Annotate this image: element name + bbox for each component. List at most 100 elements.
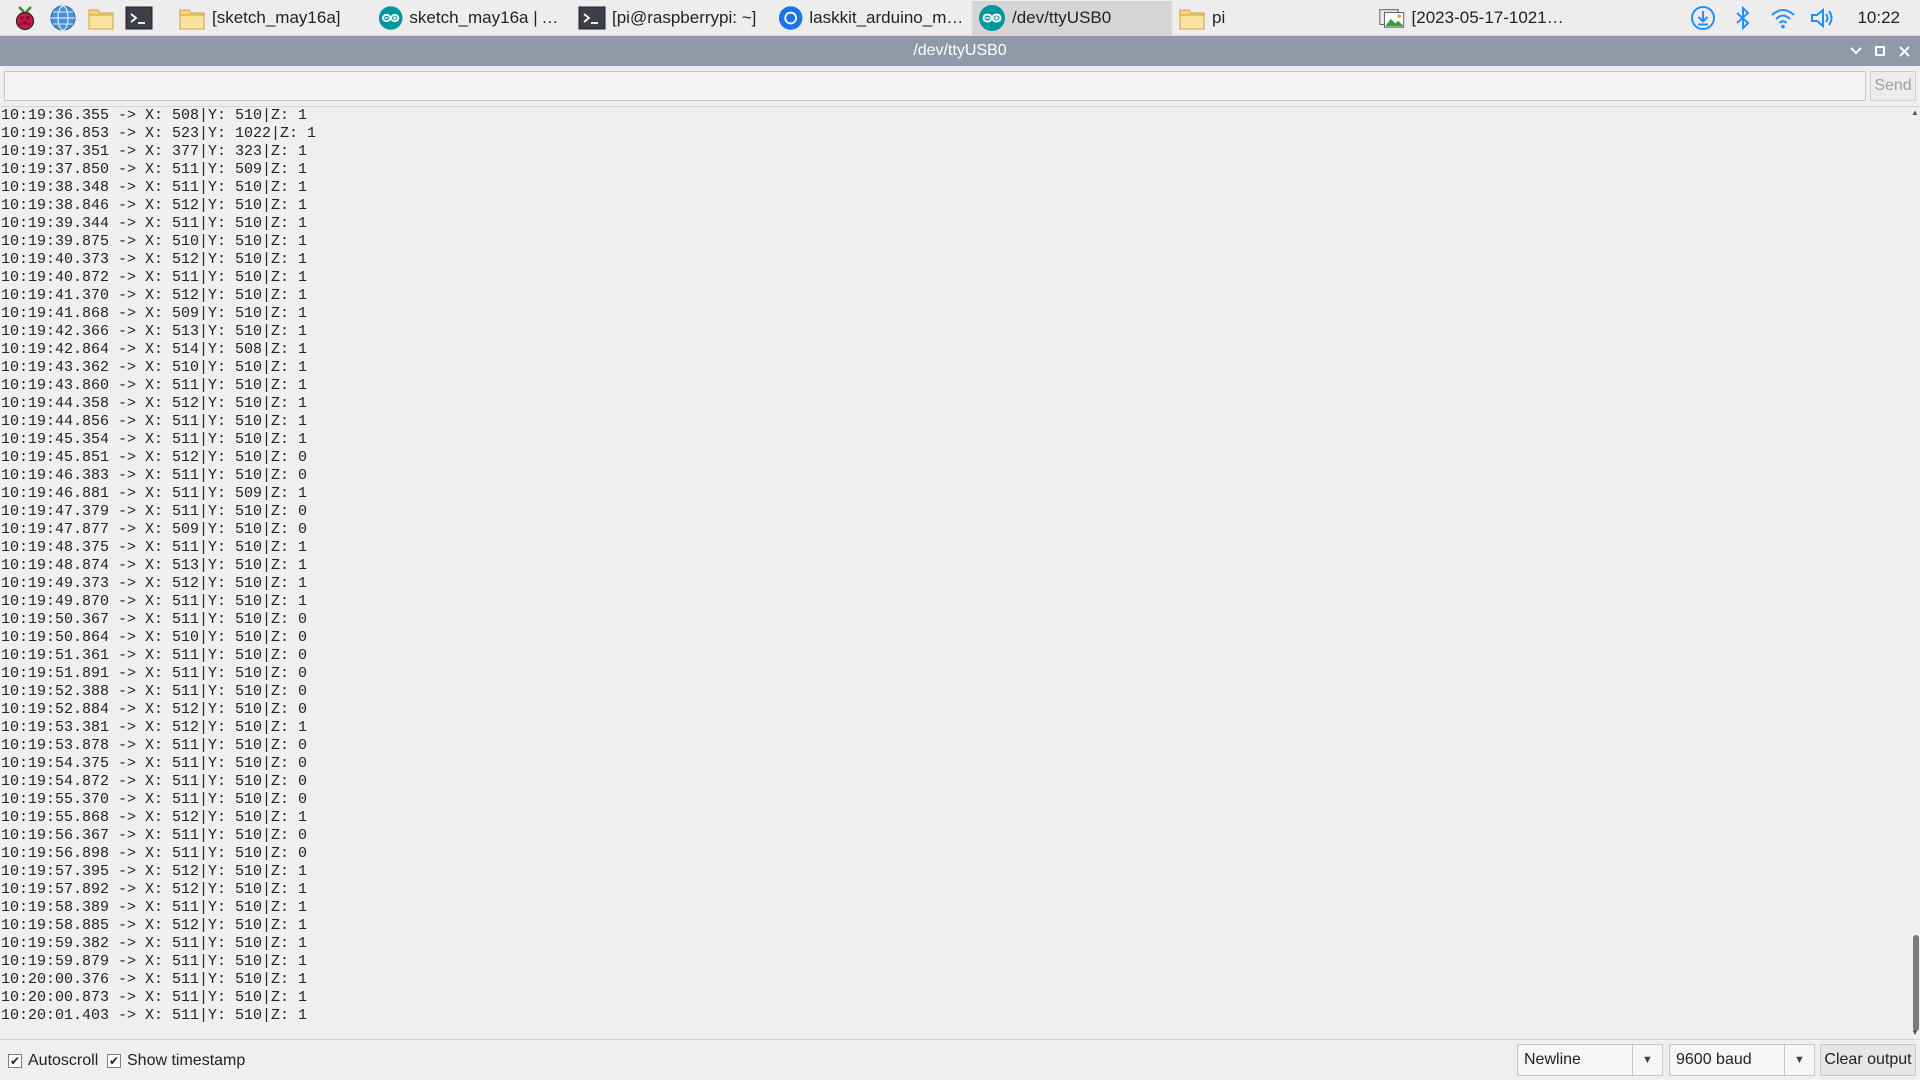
task-list: [sketch_may16a] sketch_may16a | Ard... [… — [172, 0, 1572, 36]
line-ending-select[interactable]: Newline ▼ — [1517, 1044, 1663, 1076]
task-image-viewer[interactable]: [2023-05-17-102157... — [1372, 1, 1572, 35]
serial-output-line: 10:20:00.376 -> X: 511|Y: 510|Z: 1 — [1, 971, 308, 988]
raspberry-menu-icon — [15, 5, 35, 30]
serial-output-line: 10:19:38.846 -> X: 512|Y: 510|Z: 1 — [1, 197, 308, 214]
task-terminal[interactable]: [pi@raspberrypi: ~] — [572, 1, 772, 35]
arduino-icon — [979, 4, 1005, 31]
task-arduino-ide[interactable]: sketch_may16a | Ard... — [372, 1, 572, 35]
chevron-down-icon — [1850, 47, 1862, 55]
serial-output-line: 10:19:45.851 -> X: 512|Y: 510|Z: 0 — [1, 449, 308, 466]
serial-output-line: 10:19:39.875 -> X: 510|Y: 510|Z: 1 — [1, 233, 308, 250]
serial-output-line: 10:19:39.344 -> X: 511|Y: 510|Z: 1 — [1, 215, 308, 232]
scrollbar-thumb[interactable] — [1913, 935, 1919, 1031]
serial-output-line: 10:20:00.873 -> X: 511|Y: 510|Z: 1 — [1, 989, 308, 1006]
download-button[interactable] — [1683, 0, 1723, 36]
send-button[interactable]: Send — [1870, 71, 1916, 101]
arduino-icon — [378, 5, 403, 30]
serial-output-line: 10:19:42.366 -> X: 513|Y: 510|Z: 1 — [1, 323, 308, 340]
serial-output-line: 10:19:58.885 -> X: 512|Y: 510|Z: 1 — [1, 917, 308, 934]
task-label: laskkit_arduino_maxi... — [809, 7, 966, 27]
chromium-icon — [778, 5, 803, 30]
scroll-up-arrow-icon[interactable]: ▲ — [1911, 109, 1919, 117]
bluetooth-button[interactable] — [1723, 0, 1763, 36]
serial-output-line: 10:19:57.892 -> X: 512|Y: 510|Z: 1 — [1, 881, 308, 898]
serial-output-line: 10:19:36.853 -> X: 523|Y: 1022|Z: 1 — [1, 125, 317, 142]
volume-button[interactable] — [1803, 0, 1843, 36]
volume-icon — [1811, 7, 1833, 29]
image-viewer-icon — [1379, 8, 1405, 28]
folder-icon — [179, 9, 205, 29]
baud-rate-select[interactable]: 9600 baud ▼ — [1669, 1044, 1815, 1076]
serial-output-line: 10:19:49.373 -> X: 512|Y: 510|Z: 1 — [1, 575, 308, 592]
task-label: pi — [1212, 7, 1226, 27]
maximize-button[interactable] — [1870, 41, 1890, 61]
serial-output-lines: 10:19:36.355 -> X: 508|Y: 510|Z: 1 10:19:… — [1, 107, 316, 1025]
raspberry-menu-button[interactable] — [6, 0, 44, 36]
serial-output-line: 10:19:55.370 -> X: 511|Y: 510|Z: 0 — [1, 791, 308, 808]
autoscroll-checkbox[interactable]: ✔ Autoscroll — [8, 1052, 98, 1070]
browser-globe-icon — [50, 4, 76, 31]
task-chromium[interactable]: laskkit_arduino_maxi... — [772, 1, 972, 35]
show-timestamp-checkbox[interactable]: ✔ Show timestamp — [107, 1052, 245, 1070]
serial-output-line: 10:19:50.864 -> X: 510|Y: 510|Z: 0 — [1, 629, 308, 646]
serial-output-line: 10:19:52.884 -> X: 512|Y: 510|Z: 0 — [1, 701, 308, 718]
serial-output-line: 10:19:38.348 -> X: 511|Y: 510|Z: 1 — [1, 179, 308, 196]
browser-button[interactable] — [44, 0, 82, 36]
serial-output-line: 10:19:41.868 -> X: 509|Y: 510|Z: 1 — [1, 305, 308, 322]
serial-output-line: 10:19:51.891 -> X: 511|Y: 510|Z: 0 — [1, 665, 308, 682]
task-sketch-folder[interactable]: [sketch_may16a] — [172, 1, 372, 35]
download-icon — [1691, 6, 1716, 30]
task-label: /dev/ttyUSB0 — [1012, 7, 1112, 27]
serial-output-line: 10:19:46.881 -> X: 511|Y: 509|Z: 1 — [1, 485, 308, 502]
scroll-down-arrow-icon[interactable]: ▼ — [1911, 1029, 1919, 1037]
task-label: [2023-05-17-102157... — [1411, 7, 1566, 27]
minimize-button[interactable] — [1846, 41, 1866, 61]
show-timestamp-label: Show timestamp — [127, 1052, 246, 1069]
terminal-button[interactable] — [120, 0, 158, 36]
serial-output-line: 10:19:55.868 -> X: 512|Y: 510|Z: 1 — [1, 809, 308, 826]
window-title: /dev/ttyUSB0 — [913, 42, 1007, 59]
serial-output-line: 10:19:51.361 -> X: 511|Y: 510|Z: 0 — [1, 647, 308, 664]
window-controls — [1846, 36, 1914, 66]
serial-output-line: 10:19:47.379 -> X: 511|Y: 510|Z: 0 — [1, 503, 308, 520]
file-manager-icon — [88, 9, 114, 29]
serial-output-line: 10:19:43.362 -> X: 510|Y: 510|Z: 1 — [1, 359, 308, 376]
dropdown-arrow-icon: ▼ — [1632, 1045, 1662, 1075]
launcher-group — [0, 0, 158, 36]
serial-output-line: 10:19:36.355 -> X: 508|Y: 510|Z: 1 — [1, 107, 308, 124]
serial-output-line: 10:19:44.358 -> X: 512|Y: 510|Z: 1 — [1, 395, 308, 412]
autoscroll-label: Autoscroll — [28, 1052, 99, 1069]
output-scrollbar[interactable]: ▲ ▼ — [1910, 107, 1920, 1039]
serial-output-line: 10:19:54.375 -> X: 511|Y: 510|Z: 0 — [1, 755, 308, 772]
serial-output-line: 10:19:46.383 -> X: 511|Y: 510|Z: 0 — [1, 467, 308, 484]
line-ending-value: Newline — [1524, 1051, 1581, 1068]
close-button[interactable] — [1894, 41, 1914, 61]
maximize-icon — [1875, 46, 1885, 56]
serial-send-input[interactable] — [4, 71, 1866, 101]
timestamp-check-icon: ✔ — [107, 1054, 121, 1068]
clock[interactable]: 10:22 — [1843, 8, 1920, 28]
window-titlebar[interactable]: /dev/ttyUSB0 — [0, 36, 1920, 66]
serial-output-line: 10:19:52.388 -> X: 511|Y: 510|Z: 0 — [1, 683, 308, 700]
bluetooth-icon — [1736, 5, 1750, 31]
serial-output-line: 10:19:50.367 -> X: 511|Y: 510|Z: 0 — [1, 611, 308, 628]
autoscroll-check-icon: ✔ — [8, 1054, 22, 1068]
serial-output-line: 10:19:41.370 -> X: 512|Y: 510|Z: 1 — [1, 287, 308, 304]
serial-output-line: 10:19:59.879 -> X: 511|Y: 510|Z: 1 — [1, 953, 308, 970]
serial-output-line: 10:19:47.877 -> X: 509|Y: 510|Z: 0 — [1, 521, 308, 538]
serial-output[interactable]: 10:19:36.355 -> X: 508|Y: 510|Z: 1 10:19:… — [0, 106, 1920, 1040]
folder-icon — [1179, 9, 1205, 29]
task-serial-monitor[interactable]: /dev/ttyUSB0 — [972, 0, 1172, 35]
task-pi-folder[interactable]: pi — [1172, 1, 1372, 35]
task-label: [pi@raspberrypi: ~] — [612, 7, 757, 27]
terminal-icon — [125, 6, 153, 29]
serial-output-line: 10:19:53.381 -> X: 512|Y: 510|Z: 1 — [1, 719, 308, 736]
file-manager-button[interactable] — [82, 0, 120, 36]
serial-output-line: 10:19:53.878 -> X: 511|Y: 510|Z: 0 — [1, 737, 308, 754]
clear-output-button[interactable]: Clear output — [1820, 1044, 1916, 1076]
wifi-button[interactable] — [1763, 0, 1803, 36]
serial-output-line: 10:19:54.872 -> X: 511|Y: 510|Z: 0 — [1, 773, 308, 790]
serial-output-line: 10:19:58.389 -> X: 511|Y: 510|Z: 1 — [1, 899, 308, 916]
close-icon — [1898, 45, 1910, 57]
system-tray: 10:22 — [1683, 0, 1920, 36]
